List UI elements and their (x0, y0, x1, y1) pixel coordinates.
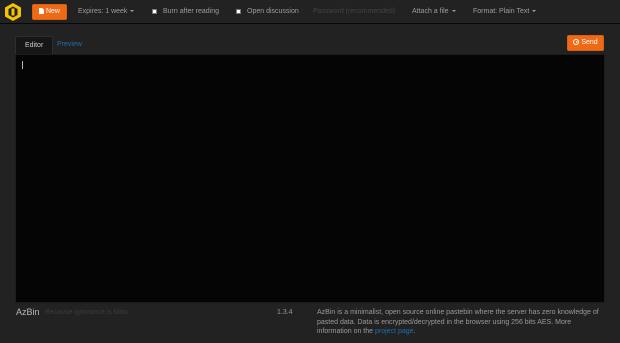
top-navbar: New Expires: 1 week Burn after reading O… (0, 0, 620, 24)
document-icon (38, 8, 44, 14)
new-button-label: New (45, 8, 60, 15)
format-label: Format: Plain Text (473, 8, 530, 15)
password-input[interactable]: Password (recommended) (313, 4, 395, 20)
attach-file-dropdown[interactable]: Attach a file (412, 4, 456, 20)
send-button[interactable]: Send (567, 35, 604, 51)
tab-preview[interactable]: Preview (48, 36, 91, 54)
caret-down-icon (130, 10, 135, 12)
burn-after-reading-checkbox[interactable] (152, 9, 157, 14)
footer-brand: AzBin (16, 307, 40, 317)
editor-panel: Editor Preview Send (14, 34, 606, 304)
open-discussion-checkbox[interactable] (236, 9, 241, 14)
caret-down-icon (451, 10, 456, 12)
burn-after-reading-label: Burn after reading (163, 8, 220, 15)
azbin-logo-icon[interactable] (5, 3, 21, 21)
password-placeholder: Password (recommended) (313, 8, 396, 15)
footer-tagline: Because ignorance is bliss (45, 309, 128, 316)
open-discussion-option[interactable]: Open discussion (236, 4, 299, 20)
send-button-label: Send (581, 39, 598, 46)
format-dropdown[interactable]: Format: Plain Text (473, 4, 537, 20)
expires-label: Expires: 1 week (78, 8, 128, 15)
caret-down-icon (532, 10, 537, 12)
footer-version: 1.3.4 (277, 309, 293, 316)
burn-after-reading-option[interactable]: Burn after reading (152, 4, 219, 20)
expires-dropdown[interactable]: Expires: 1 week (78, 4, 135, 20)
project-page-link[interactable]: project page (375, 328, 414, 335)
new-button[interactable]: New (32, 4, 67, 20)
text-cursor (22, 61, 23, 69)
footer-about: AzBin is a minimalist, open source onlin… (317, 308, 607, 337)
paste-textarea[interactable] (15, 54, 605, 303)
footer-about-end: . (413, 328, 416, 335)
open-discussion-label: Open discussion (247, 8, 299, 15)
footer-about-text: AzBin is a minimalist, open source onlin… (317, 309, 599, 335)
circle-arrow-right-icon (573, 39, 580, 45)
attach-file-label: Attach a file (412, 8, 449, 15)
